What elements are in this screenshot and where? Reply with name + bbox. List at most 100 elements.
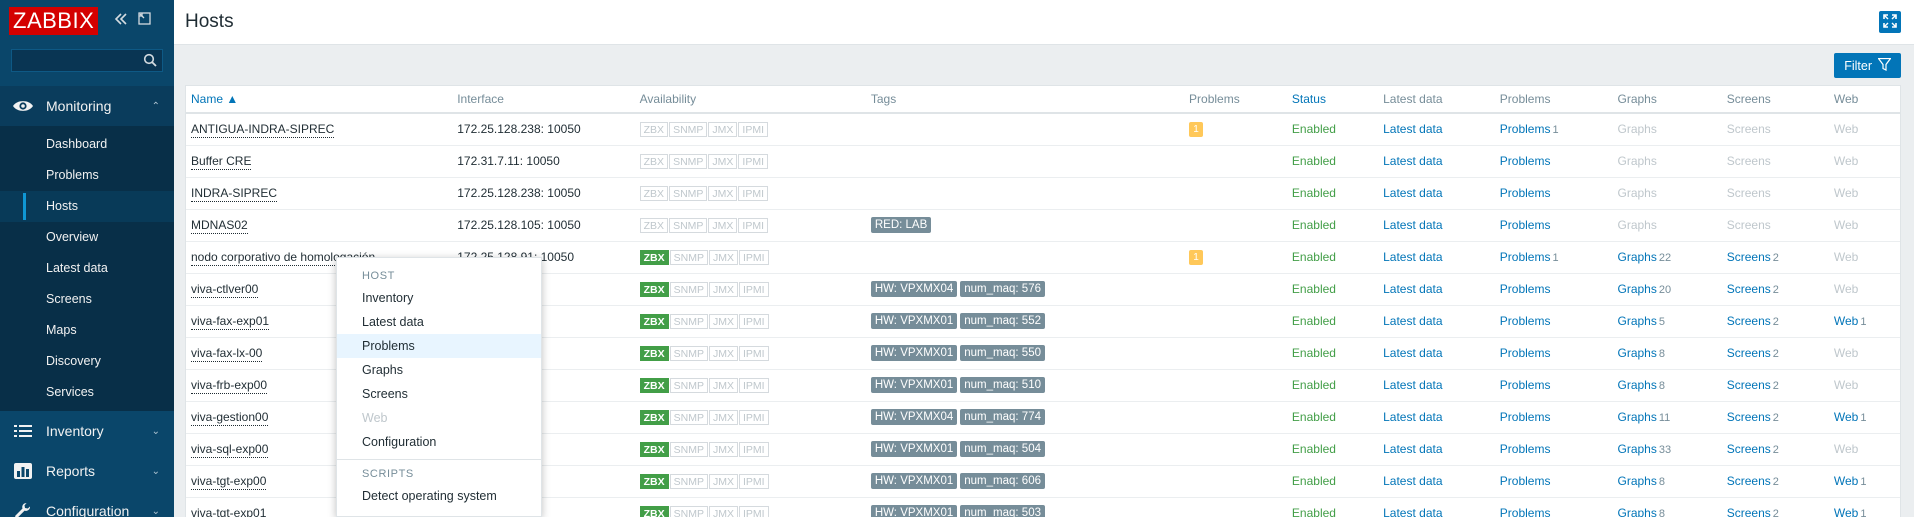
host-tag[interactable]: HW: VPXMX01 xyxy=(870,345,958,361)
web-link[interactable]: Web xyxy=(1834,506,1858,517)
host-name-link[interactable]: viva-fax-lx-00 xyxy=(191,346,263,362)
global-search-input[interactable] xyxy=(12,50,162,71)
host-name-link[interactable]: viva-gestion00 xyxy=(191,410,269,426)
host-tag[interactable]: HW: VPXMX01 xyxy=(870,473,958,489)
problems-link[interactable]: Problems xyxy=(1500,314,1551,328)
graphs-link[interactable]: Graphs xyxy=(1618,314,1657,328)
problems-link[interactable]: Problems xyxy=(1500,346,1551,360)
latest-data-link[interactable]: Latest data xyxy=(1383,282,1442,296)
latest-data-link[interactable]: Latest data xyxy=(1383,442,1442,456)
sidebar-item-screens[interactable]: Screens xyxy=(0,284,174,315)
host-tag[interactable]: HW: VPXMX04 xyxy=(870,281,958,297)
host-tag[interactable]: num_maq: 510 xyxy=(960,377,1045,393)
host-name-link[interactable]: ANTIGUA-INDRA-SIPREC xyxy=(191,122,335,139)
problems-link[interactable]: Problems xyxy=(1500,154,1551,168)
latest-data-link[interactable]: Latest data xyxy=(1383,378,1442,392)
latest-data-link[interactable]: Latest data xyxy=(1383,346,1442,360)
host-name-link[interactable]: viva-sql-exp00 xyxy=(191,442,269,458)
col-header-name[interactable]: Name ▲ xyxy=(186,86,453,114)
sidebar-item-latest-data[interactable]: Latest data xyxy=(0,253,174,284)
latest-data-link[interactable]: Latest data xyxy=(1383,186,1442,200)
host-tag[interactable]: HW: VPXMX01 xyxy=(870,377,958,393)
status-enabled-link[interactable]: Enabled xyxy=(1292,186,1336,200)
host-tag[interactable]: num_maq: 552 xyxy=(960,313,1045,329)
problems-link[interactable]: Problems xyxy=(1500,218,1551,232)
graphs-link[interactable]: Graphs xyxy=(1618,506,1657,517)
collapse-sidebar-icon[interactable] xyxy=(114,12,128,30)
host-tag[interactable]: num_maq: 504 xyxy=(960,441,1045,457)
host-name-link[interactable]: viva-tgt-exp00 xyxy=(191,474,267,490)
sidebar-item-services[interactable]: Services xyxy=(0,377,174,408)
sidebar-item-overview[interactable]: Overview xyxy=(0,222,174,253)
status-enabled-link[interactable]: Enabled xyxy=(1292,442,1336,456)
host-tag[interactable]: num_maq: 550 xyxy=(960,345,1045,361)
col-header-status[interactable]: Status xyxy=(1286,86,1379,114)
host-name-link[interactable]: viva-tgt-exp01 xyxy=(191,506,267,517)
status-enabled-link[interactable]: Enabled xyxy=(1292,346,1336,360)
host-name-link[interactable]: viva-fax-exp01 xyxy=(191,314,270,330)
host-tag[interactable]: HW: VPXMX01 xyxy=(870,441,958,457)
graphs-link[interactable]: Graphs xyxy=(1618,410,1657,424)
problems-link[interactable]: Problems xyxy=(1500,410,1551,424)
graphs-link[interactable]: Graphs xyxy=(1618,378,1657,392)
status-enabled-link[interactable]: Enabled xyxy=(1292,314,1336,328)
status-enabled-link[interactable]: Enabled xyxy=(1292,250,1336,264)
host-name-link[interactable]: INDRA-SIPREC xyxy=(191,186,278,202)
status-enabled-link[interactable]: Enabled xyxy=(1292,410,1336,424)
host-tag[interactable]: num_maq: 774 xyxy=(960,409,1045,425)
screens-link[interactable]: Screens xyxy=(1727,410,1771,424)
screens-link[interactable]: Screens xyxy=(1727,250,1771,264)
web-link[interactable]: Web xyxy=(1834,474,1858,488)
problem-count-badge[interactable]: 1 xyxy=(1189,250,1204,265)
graphs-link[interactable]: Graphs xyxy=(1618,282,1657,296)
menu-inventory[interactable]: Inventory ⌄ xyxy=(0,411,174,451)
latest-data-link[interactable]: Latest data xyxy=(1383,122,1442,136)
graphs-link[interactable]: Graphs xyxy=(1618,442,1657,456)
sidebar-item-dashboard[interactable]: Dashboard xyxy=(0,129,174,160)
menu-reports[interactable]: Reports ⌄ xyxy=(0,451,174,491)
host-tag[interactable]: num_maq: 576 xyxy=(960,281,1045,297)
host-tag[interactable]: RED: LAB xyxy=(870,217,932,233)
context-menu-problems[interactable]: Problems xyxy=(337,334,541,358)
problems-link[interactable]: Problems xyxy=(1500,442,1551,456)
host-tag[interactable]: num_maq: 503 xyxy=(960,505,1045,517)
latest-data-link[interactable]: Latest data xyxy=(1383,410,1442,424)
problems-link[interactable]: Problems xyxy=(1500,378,1551,392)
zabbix-logo[interactable]: ZABBIX xyxy=(9,7,99,35)
problem-count-badge[interactable]: 1 xyxy=(1189,122,1204,138)
sidebar-item-discovery[interactable]: Discovery xyxy=(0,346,174,377)
graphs-link[interactable]: Graphs xyxy=(1618,474,1657,488)
latest-data-link[interactable]: Latest data xyxy=(1383,218,1442,232)
status-enabled-link[interactable]: Enabled xyxy=(1292,282,1336,296)
latest-data-link[interactable]: Latest data xyxy=(1383,314,1442,328)
web-link[interactable]: Web xyxy=(1834,410,1858,424)
status-enabled-link[interactable]: Enabled xyxy=(1292,506,1336,517)
fullscreen-button[interactable] xyxy=(1879,11,1901,33)
latest-data-link[interactable]: Latest data xyxy=(1383,154,1442,168)
context-menu-screens[interactable]: Screens xyxy=(337,382,541,406)
context-menu-graphs[interactable]: Graphs xyxy=(337,358,541,382)
graphs-link[interactable]: Graphs xyxy=(1618,250,1657,264)
host-tag[interactable]: HW: VPXMX04 xyxy=(870,409,958,425)
status-enabled-link[interactable]: Enabled xyxy=(1292,474,1336,488)
search-icon[interactable] xyxy=(143,53,157,70)
screens-link[interactable]: Screens xyxy=(1727,314,1771,328)
status-enabled-link[interactable]: Enabled xyxy=(1292,378,1336,392)
context-menu-configuration[interactable]: Configuration xyxy=(337,430,541,454)
screens-link[interactable]: Screens xyxy=(1727,378,1771,392)
problems-link[interactable]: Problems xyxy=(1500,282,1551,296)
host-tag[interactable]: HW: VPXMX01 xyxy=(870,505,958,517)
status-enabled-link[interactable]: Enabled xyxy=(1292,154,1336,168)
sidebar-item-maps[interactable]: Maps xyxy=(0,315,174,346)
latest-data-link[interactable]: Latest data xyxy=(1383,506,1442,517)
graphs-link[interactable]: Graphs xyxy=(1618,346,1657,360)
screens-link[interactable]: Screens xyxy=(1727,442,1771,456)
compact-view-icon[interactable] xyxy=(138,12,151,30)
filter-button[interactable]: Filter xyxy=(1834,53,1901,78)
sidebar-item-hosts[interactable]: Hosts xyxy=(0,191,174,222)
status-enabled-link[interactable]: Enabled xyxy=(1292,218,1336,232)
latest-data-link[interactable]: Latest data xyxy=(1383,474,1442,488)
menu-monitoring[interactable]: Monitoring ⌃ xyxy=(0,86,174,126)
context-menu-latest-data[interactable]: Latest data xyxy=(337,310,541,334)
problems-link[interactable]: Problems xyxy=(1500,474,1551,488)
